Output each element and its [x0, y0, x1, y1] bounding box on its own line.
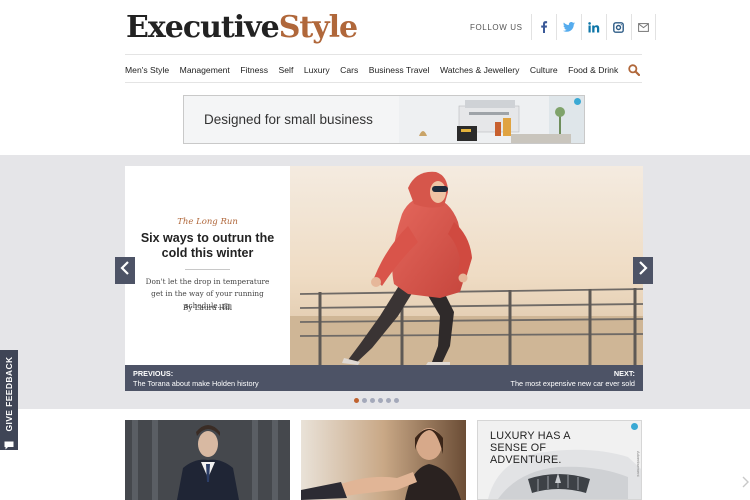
logo-text-executive: Executive [126, 10, 280, 45]
give-feedback-tab[interactable]: GIVE FEEDBACK [0, 350, 18, 450]
carousel-dot-6[interactable] [394, 398, 399, 403]
nav-item-culture[interactable]: Culture [530, 65, 558, 75]
nav-item-food-drink[interactable]: Food & Drink [568, 65, 618, 75]
nav-item-mens-style[interactable]: Men's Style [125, 65, 169, 75]
story-card-suit[interactable] [125, 420, 290, 500]
carousel-dot-5[interactable] [386, 398, 391, 403]
banner-ad[interactable]: Designed for small business [183, 95, 585, 144]
follow-us-label: FOLLOW US [470, 22, 523, 32]
chevron-right-icon[interactable] [741, 475, 749, 493]
carousel-prev-button[interactable] [115, 257, 135, 284]
carousel-dots [354, 398, 402, 403]
carousel-next-button[interactable] [633, 257, 653, 284]
site-logo[interactable]: ExecutiveStyle [126, 10, 358, 46]
banner-ad-image [399, 96, 584, 143]
carousel-dot-2[interactable] [362, 398, 367, 403]
slide-headline[interactable]: Six ways to outrun the cold this winter [139, 231, 276, 261]
nav-bottom-divider [125, 82, 642, 83]
carousel-dot-1[interactable] [354, 398, 359, 403]
nav-item-management[interactable]: Management [180, 65, 230, 75]
luxury-ad-line2: SENSE OF ADVENTURE. [490, 442, 562, 466]
headline-divider [185, 269, 230, 270]
linkedin-icon[interactable] [580, 14, 606, 40]
twitter-icon[interactable] [555, 14, 581, 40]
nav-item-watches-jewellery[interactable]: Watches & Jewellery [440, 65, 519, 75]
carousel-dot-4[interactable] [378, 398, 383, 403]
nav-top-divider [125, 54, 642, 55]
nav-item-luxury[interactable]: Luxury [304, 65, 330, 75]
luxury-car-ad[interactable]: LUXURY HAS A SENSE OF ADVENTURE. Adverti… [477, 420, 642, 500]
nav-item-fitness[interactable]: Fitness [240, 65, 268, 75]
facebook-icon[interactable] [530, 14, 556, 40]
slide-kicker: The Long Run [177, 217, 238, 227]
chevron-left-icon [120, 261, 130, 280]
search-icon[interactable] [628, 63, 641, 81]
advertisement-tag: Advertisement [636, 451, 641, 477]
slide-text-panel[interactable]: The Long Run Six ways to outrun the cold… [125, 166, 290, 365]
slide-byline: By Laura Hill [182, 303, 233, 312]
logo-text-style: Style [278, 10, 358, 45]
adchoices-icon[interactable] [631, 423, 638, 430]
slide-image[interactable] [290, 166, 643, 365]
adchoices-icon[interactable] [574, 98, 581, 105]
banner-ad-text: Designed for small business [204, 112, 373, 127]
nav-item-self[interactable]: Self [279, 65, 294, 75]
previous-label: PREVIOUS: [133, 369, 174, 378]
nav-item-business-travel[interactable]: Business Travel [369, 65, 430, 75]
story-card-handshake[interactable] [301, 420, 466, 500]
nav-item-cars[interactable]: Cars [340, 65, 358, 75]
instagram-icon[interactable] [605, 14, 631, 40]
email-icon[interactable] [630, 14, 656, 40]
main-nav: Men's Style Management Fitness Self Luxu… [125, 58, 642, 82]
chevron-right-icon [638, 261, 648, 280]
carousel-dot-3[interactable] [370, 398, 375, 403]
luxury-ad-line1: LUXURY HAS A [490, 430, 571, 442]
carousel-caption-bar: PREVIOUS: The Torana about make Holden h… [125, 365, 643, 391]
previous-article-link[interactable]: The Torana about make Holden history [133, 379, 259, 388]
next-article-link[interactable]: The most expensive new car ever sold [510, 379, 635, 388]
speech-bubble-icon [4, 437, 14, 455]
next-label: NEXT: [613, 369, 635, 378]
luxury-ad-headline: LUXURY HAS A SENSE OF ADVENTURE. [490, 430, 620, 466]
social-links: FOLLOW US [470, 14, 656, 40]
give-feedback-label: GIVE FEEDBACK [4, 356, 14, 432]
